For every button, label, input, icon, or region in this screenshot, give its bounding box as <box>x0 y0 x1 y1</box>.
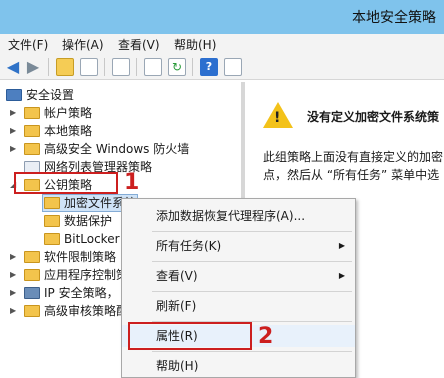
toolbar: ◀ ▶ ↻ ? <box>0 54 444 80</box>
annotation-box-2 <box>128 322 252 350</box>
tree-item-label: IP 安全策略， <box>44 286 119 300</box>
menu-separator <box>152 291 352 292</box>
menu-file[interactable]: 文件(F) <box>8 36 48 53</box>
security-settings-icon <box>6 89 22 101</box>
folder-icon <box>44 197 60 209</box>
annotation-number-2: 2 <box>258 324 274 349</box>
show-hide-action-pane-icon[interactable] <box>224 58 242 76</box>
console-tree-icon[interactable] <box>80 58 98 76</box>
menu-item-label: 查看(V) <box>156 269 198 283</box>
submenu-arrow-icon: ▶ <box>338 241 345 250</box>
menu-bar: 文件(F) 操作(A) 查看(V) 帮助(H) <box>0 34 444 54</box>
menu-view[interactable]: 查看(V) <box>118 36 160 53</box>
expand-arrow-icon[interactable]: ▶ <box>10 104 16 122</box>
menu-help[interactable]: 帮助(H) <box>174 36 216 53</box>
back-arrow-icon[interactable]: ◀ <box>4 58 22 76</box>
export-icon[interactable] <box>144 58 162 76</box>
menu-separator <box>152 351 352 352</box>
folder-icon <box>24 251 40 263</box>
tree-item-label: 软件限制策略 <box>44 250 117 264</box>
tree-item-label: 本地策略 <box>44 124 93 138</box>
menu-item-help[interactable]: 帮助(H) <box>122 355 355 377</box>
tree-item-label: 高级安全 Windows 防火墙 <box>44 142 190 156</box>
details-title: 没有定义加密文件系统策 <box>307 110 440 124</box>
menu-separator <box>152 261 352 262</box>
expand-arrow-icon[interactable]: ▶ <box>10 122 16 140</box>
folder-icon <box>24 305 40 317</box>
tree-item-label: BitLocker <box>64 232 120 246</box>
menu-item-label: 刷新(F) <box>156 299 197 313</box>
forward-arrow-icon[interactable]: ▶ <box>24 58 42 76</box>
menu-item-label: 帮助(H) <box>156 359 199 373</box>
submenu-arrow-icon: ▶ <box>338 271 345 280</box>
folder-up-icon[interactable] <box>56 58 74 76</box>
annotation-box-1 <box>14 172 118 194</box>
folder-icon <box>24 143 40 155</box>
expand-arrow-icon[interactable]: ▶ <box>10 140 16 158</box>
help-icon[interactable]: ? <box>200 58 218 76</box>
properties-icon[interactable] <box>112 58 130 76</box>
expand-arrow-icon[interactable]: ▶ <box>10 302 16 320</box>
tree-item-label: 应用程序控制策 <box>44 268 129 282</box>
toolbar-separator <box>104 58 105 76</box>
folder-icon <box>24 107 40 119</box>
menu-item-label: 添加数据恢复代理程序(A)... <box>156 209 306 223</box>
details-body-line: 点，然后从 “所有任务” 菜单中选 <box>263 168 440 182</box>
menu-item-add-recovery-agent[interactable]: 添加数据恢复代理程序(A)... <box>122 205 355 227</box>
ipsec-icon <box>24 287 40 299</box>
folder-icon <box>44 233 60 245</box>
menu-item-view[interactable]: 查看(V) ▶ <box>122 265 355 287</box>
toolbar-separator <box>192 58 193 76</box>
menu-action[interactable]: 操作(A) <box>62 36 104 53</box>
folder-icon <box>24 269 40 281</box>
expand-arrow-icon[interactable]: ▶ <box>10 248 16 266</box>
context-menu: 添加数据恢复代理程序(A)... 所有任务(K) ▶ 查看(V) ▶ 刷新(F)… <box>121 198 356 378</box>
menu-item-all-tasks[interactable]: 所有任务(K) ▶ <box>122 235 355 257</box>
refresh-icon[interactable]: ↻ <box>168 58 186 76</box>
expand-arrow-icon[interactable]: ▶ <box>10 284 16 302</box>
folder-icon <box>24 125 40 137</box>
warning-mark: ! <box>274 110 281 126</box>
details-body-line: 此组策略上面没有直接定义的加密 <box>263 150 444 164</box>
expand-arrow-icon[interactable]: ▶ <box>10 266 16 284</box>
tree-item-label: 数据保护 <box>64 214 113 228</box>
annotation-number-1: 1 <box>124 170 140 195</box>
folder-icon <box>44 215 60 227</box>
toolbar-separator <box>136 58 137 76</box>
tree-item-label: 帐户策略 <box>44 106 93 120</box>
menu-item-label: 所有任务(K) <box>156 239 222 253</box>
menu-separator <box>152 231 352 232</box>
toolbar-separator <box>48 58 49 76</box>
tree-root-label: 安全设置 <box>26 88 75 102</box>
details-body: 此组策略上面没有直接定义的加密 点，然后从 “所有任务” 菜单中选 <box>263 148 443 184</box>
title-bar: 本地安全策略 <box>0 0 444 34</box>
menu-item-refresh[interactable]: 刷新(F) <box>122 295 355 317</box>
window-title: 本地安全策略 <box>352 10 436 26</box>
tree-item-label: 高级审核策略配 <box>44 304 129 318</box>
